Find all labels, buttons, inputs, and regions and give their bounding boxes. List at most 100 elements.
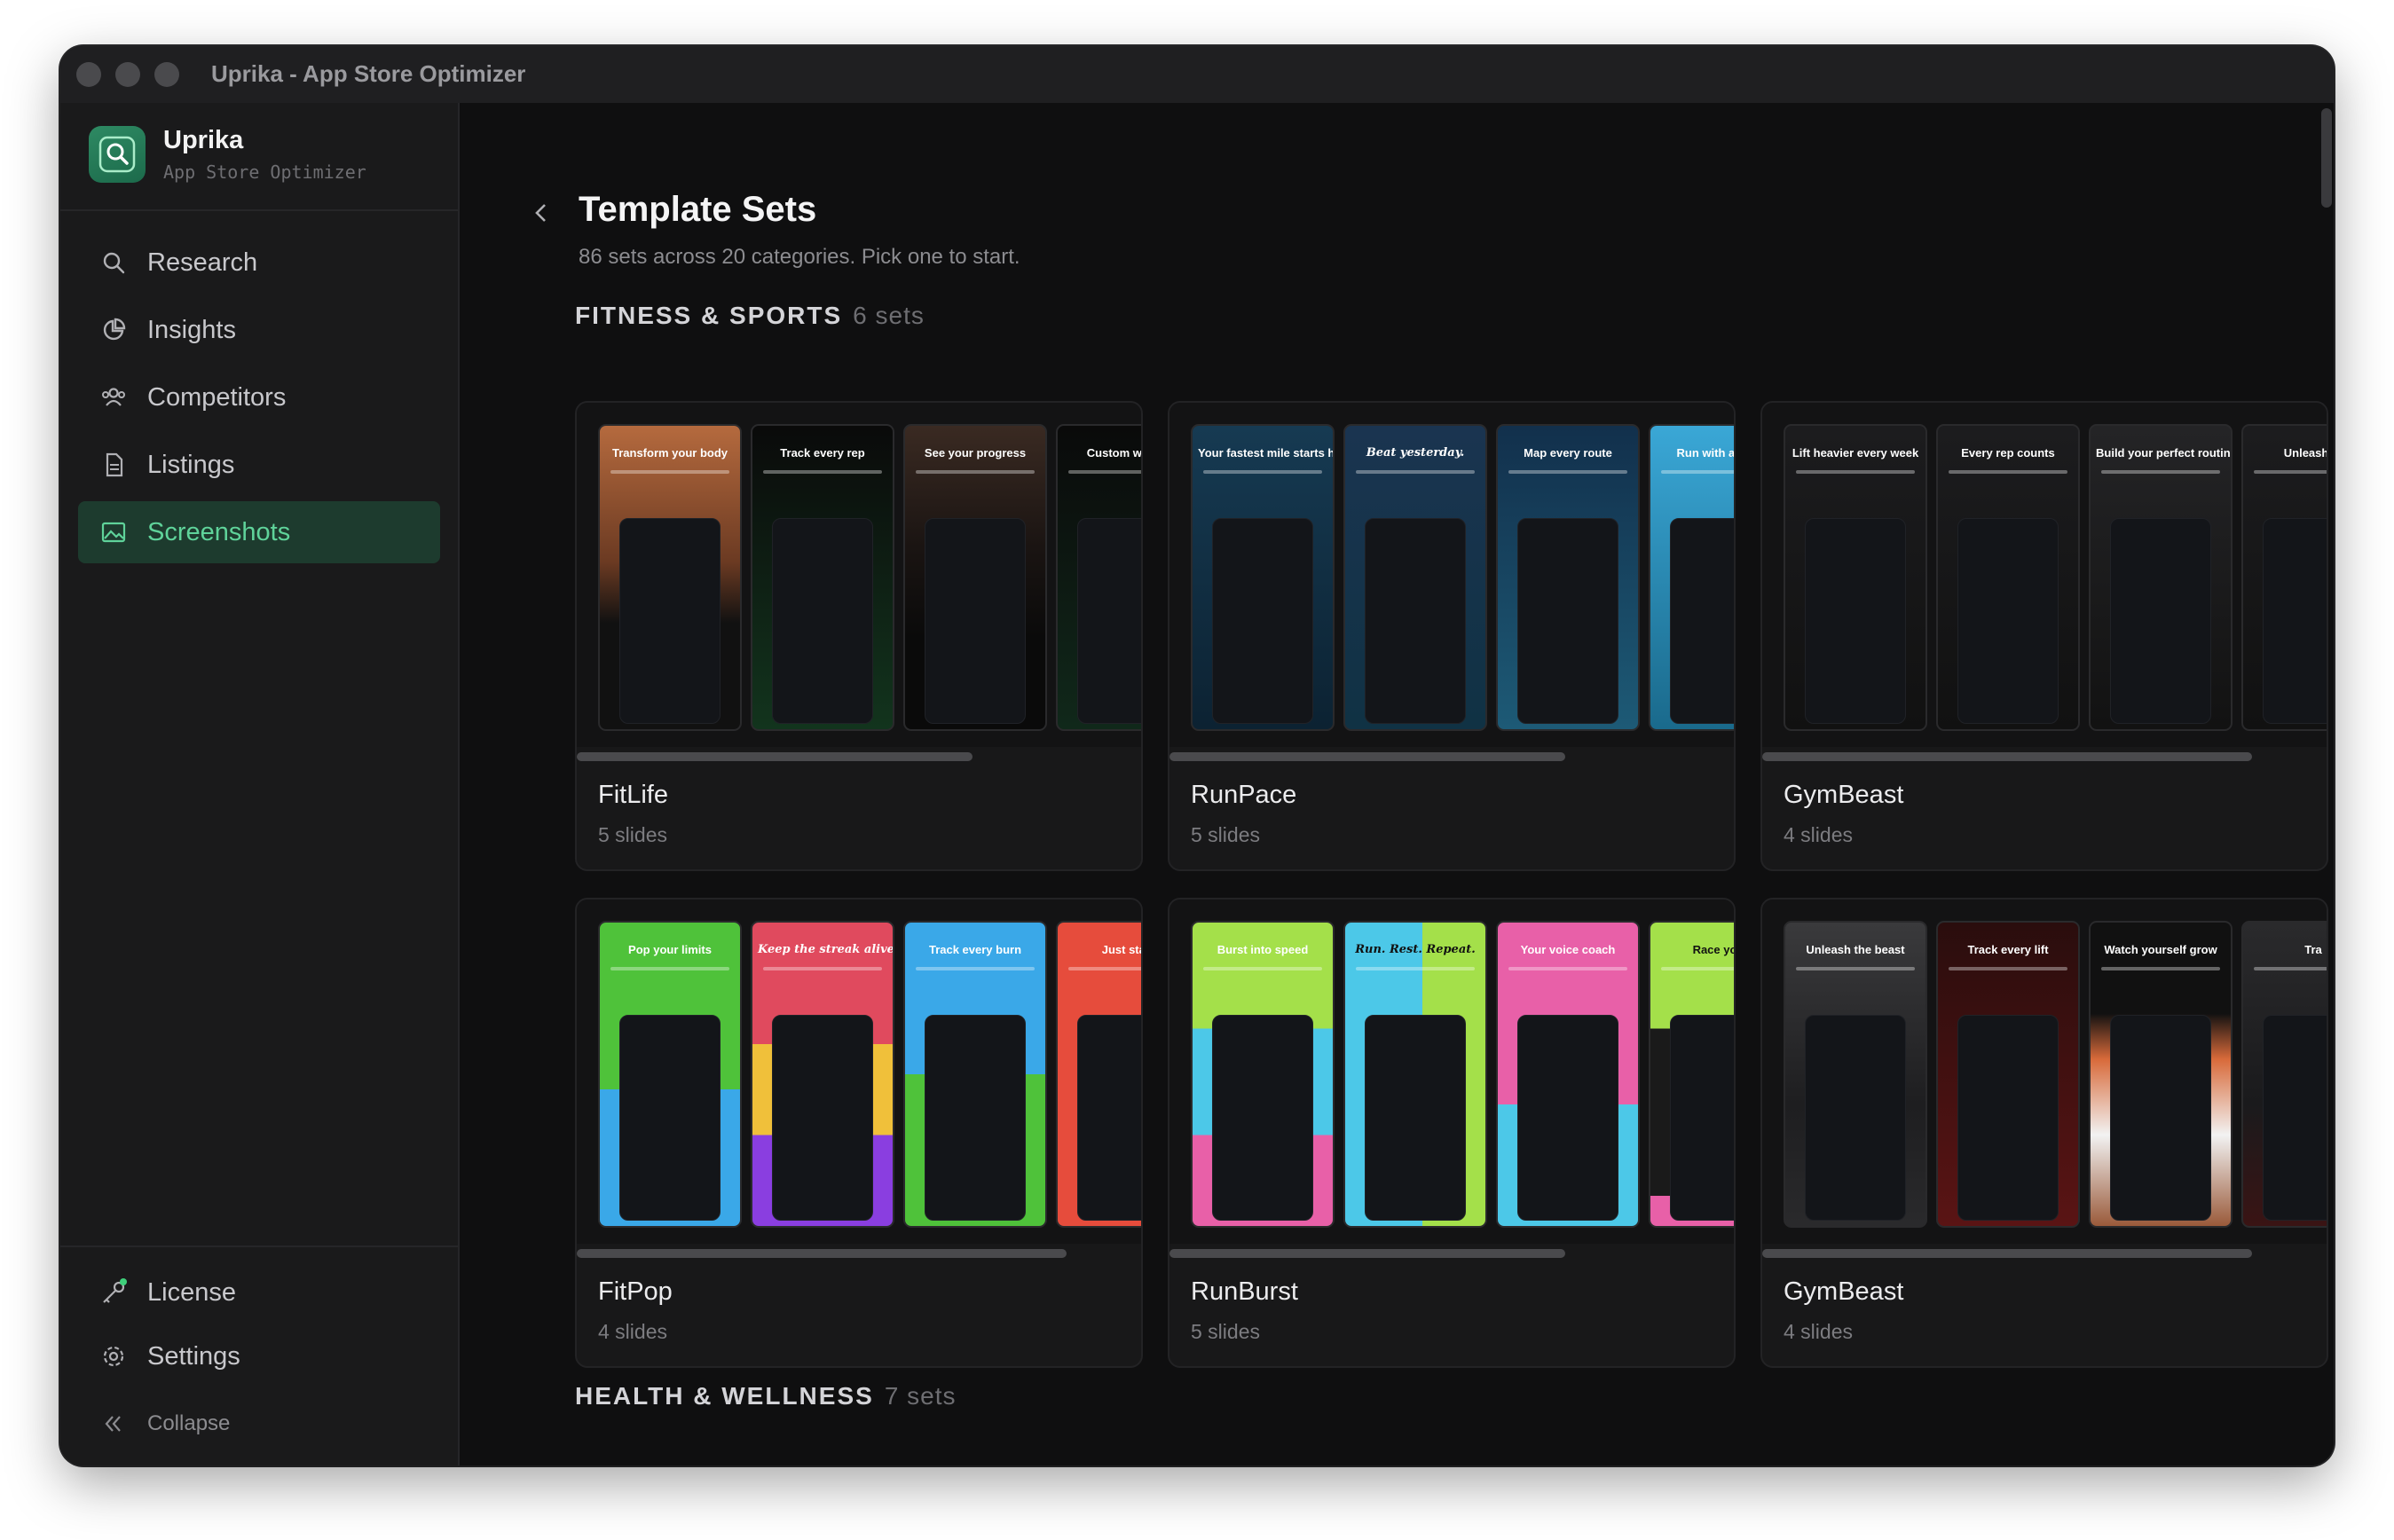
- slide-caption: Your voice coach: [1520, 943, 1616, 956]
- chevrons-left-icon: [98, 1408, 130, 1440]
- slide-thumbnail: Burst into speed: [1191, 921, 1335, 1228]
- slide-thumbnail: Keep the streak alive.: [751, 921, 894, 1228]
- set-slide-count: 4 slides: [1784, 1320, 1853, 1343]
- title-bar: Uprika - App Store Optimizer: [60, 46, 2334, 104]
- slide-caption: Race your: [1692, 943, 1734, 956]
- slide-caption: Track every burn: [928, 943, 1022, 956]
- horizontal-scrollbar[interactable]: [1169, 752, 1565, 761]
- set-slide-count: 4 slides: [1784, 823, 1853, 846]
- slide-preview-strip[interactable]: Transform your body Track every rep See …: [577, 403, 1141, 747]
- category-heading-health: HEALTH & WELLNESS 7 sets: [575, 1382, 957, 1410]
- slide-thumbnail: Track every rep: [751, 424, 894, 731]
- sidebar-item-insights[interactable]: Insights: [78, 299, 440, 361]
- slide-caption: Run with anywh: [1676, 446, 1734, 460]
- set-name: GymBeast: [1784, 781, 1904, 809]
- sidebar-item-settings[interactable]: Settings: [78, 1325, 440, 1387]
- close-window-button[interactable]: [76, 62, 101, 87]
- slide-caption: Burst into speed: [1217, 943, 1309, 956]
- template-set-card[interactable]: Unleash the beast Track every lift Watch…: [1760, 898, 2328, 1368]
- collapse-label: Collapse: [147, 1411, 231, 1435]
- sidebar-item-listings[interactable]: Listings: [78, 434, 440, 496]
- set-name: RunPace: [1191, 781, 1297, 809]
- slide-preview-strip[interactable]: Your fastest mile starts here Beat yeste…: [1169, 403, 1734, 747]
- chevron-left-icon: [535, 204, 546, 222]
- sidebar-item-label: Screenshots: [147, 517, 291, 546]
- sidebar-item-label: Insights: [147, 315, 236, 344]
- slide-thumbnail: Run. Rest. Repeat.: [1343, 921, 1487, 1228]
- slide-caption: Track every rep: [780, 446, 865, 460]
- template-set-card[interactable]: Transform your body Track every rep See …: [575, 401, 1143, 871]
- set-slide-count: 5 slides: [1191, 823, 1260, 846]
- slide-thumbnail: Just start: [1056, 921, 1141, 1228]
- slide-preview-strip[interactable]: Unleash the beast Track every lift Watch…: [1762, 900, 2327, 1244]
- magnifier-logo-icon: [98, 136, 136, 173]
- sidebar-item-research[interactable]: Research: [78, 232, 440, 294]
- slide-caption: Lift heavier every week: [1792, 446, 1919, 460]
- horizontal-scrollbar[interactable]: [1762, 752, 2252, 761]
- minimize-window-button[interactable]: [115, 62, 140, 87]
- sidebar-item-label: Competitors: [147, 382, 287, 412]
- page-title: Template Sets: [579, 190, 817, 229]
- slide-caption: Beat yesterday.: [1366, 446, 1465, 460]
- brand-subtitle: App Store Optimizer: [163, 161, 366, 183]
- category-name: FITNESS & SPORTS: [575, 302, 843, 329]
- slide-caption: Transform your body: [611, 446, 728, 460]
- sidebar-divider: [60, 209, 458, 211]
- slide-thumbnail: Run with anywh: [1649, 424, 1734, 731]
- slide-caption: Unleash the beast: [1806, 943, 1905, 956]
- zoom-window-button[interactable]: [154, 62, 179, 87]
- template-set-card[interactable]: Lift heavier every week Every rep counts…: [1760, 401, 2328, 871]
- slide-thumbnail: Build your perfect routine: [2089, 424, 2233, 731]
- slide-thumbnail: Custom w plan: [1056, 424, 1141, 731]
- category-name: HEALTH & WELLNESS: [575, 1382, 874, 1410]
- sidebar-item-license[interactable]: License: [78, 1261, 440, 1324]
- slide-caption: Custom w plan: [1086, 446, 1141, 460]
- main-scrollbar[interactable]: [2321, 108, 2332, 208]
- sidebar-item-label: Listings: [147, 450, 235, 479]
- image-icon: [98, 516, 130, 548]
- category-count: 6 sets: [853, 302, 925, 329]
- slide-thumbnail: Transform your body: [598, 424, 742, 731]
- slide-caption: Watch yourself grow: [2104, 943, 2217, 956]
- slide-thumbnail: Map every route: [1496, 424, 1640, 731]
- slide-thumbnail: Beat yesterday.: [1343, 424, 1487, 731]
- slide-caption: Run. Rest. Repeat.: [1355, 943, 1476, 956]
- sidebar: Uprika App Store Optimizer Research Insi…: [60, 103, 460, 1465]
- main-content: Template Sets 86 sets across 20 categori…: [460, 103, 2334, 1465]
- slide-thumbnail: Track every burn: [903, 921, 1047, 1228]
- slide-caption: Every rep counts: [1961, 446, 2055, 460]
- template-set-card[interactable]: Your fastest mile starts here Beat yeste…: [1168, 401, 1736, 871]
- users-icon: [98, 381, 130, 413]
- key-icon: [98, 1277, 130, 1308]
- horizontal-scrollbar[interactable]: [1169, 1249, 1565, 1258]
- set-name: FitLife: [598, 781, 668, 809]
- slide-caption: Your fastest mile starts here: [1198, 446, 1335, 460]
- template-set-card[interactable]: Burst into speed Run. Rest. Repeat. Your…: [1168, 898, 1736, 1368]
- slide-preview-strip[interactable]: Lift heavier every week Every rep counts…: [1762, 403, 2327, 747]
- category-count: 7 sets: [884, 1382, 957, 1410]
- sidebar-item-label: License: [147, 1277, 236, 1307]
- brand-name: Uprika: [163, 126, 244, 154]
- collapse-sidebar-button[interactable]: Collapse: [78, 1393, 440, 1455]
- horizontal-scrollbar[interactable]: [577, 1249, 1067, 1258]
- slide-thumbnail: Pop your limits: [598, 921, 742, 1228]
- slide-caption: Build your perfect routine: [2096, 446, 2233, 460]
- sidebar-item-label: Research: [147, 248, 258, 277]
- slide-thumbnail: Track every lift: [1936, 921, 2080, 1228]
- template-set-card[interactable]: Pop your limits Keep the streak alive. T…: [575, 898, 1143, 1368]
- horizontal-scrollbar[interactable]: [577, 752, 973, 761]
- search-icon: [98, 247, 130, 279]
- sidebar-item-competitors[interactable]: Competitors: [78, 366, 440, 428]
- slide-caption: Track every lift: [1967, 943, 2049, 956]
- app-window: Uprika - App Store Optimizer Uprika App …: [60, 46, 2334, 1465]
- sidebar-divider: [60, 1245, 458, 1247]
- slide-thumbnail: Race your: [1649, 921, 1734, 1228]
- sidebar-item-screenshots[interactable]: Screenshots: [78, 501, 440, 563]
- slide-preview-strip[interactable]: Pop your limits Keep the streak alive. T…: [577, 900, 1141, 1244]
- horizontal-scrollbar[interactable]: [1762, 1249, 2252, 1258]
- slide-preview-strip[interactable]: Burst into speed Run. Rest. Repeat. Your…: [1169, 900, 1734, 1244]
- document-icon: [98, 449, 130, 481]
- back-button[interactable]: [524, 195, 559, 231]
- slide-thumbnail: Your voice coach: [1496, 921, 1640, 1228]
- pie-chart-icon: [98, 314, 130, 346]
